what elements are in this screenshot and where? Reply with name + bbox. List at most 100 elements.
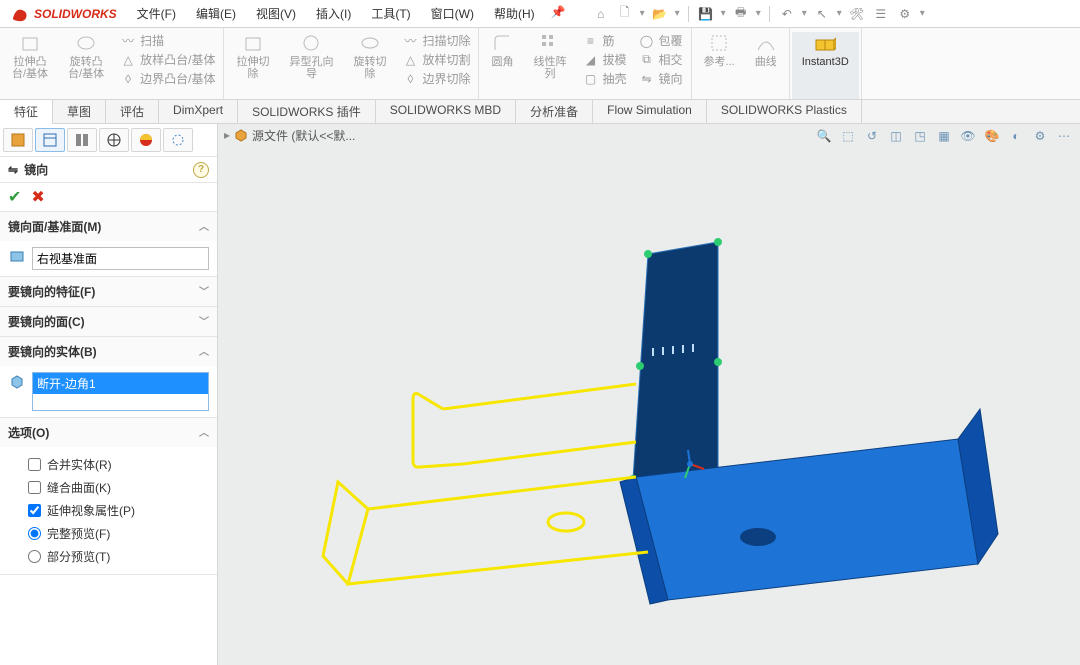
tab-dimxpert[interactable]: DimXpert — [159, 100, 238, 123]
section-bodies-to-mirror[interactable]: 要镜向的实体(B)︿ — [0, 337, 217, 366]
tool-linear-pattern[interactable]: 线性阵 列 — [523, 32, 576, 99]
tab-sketch[interactable]: 草图 — [53, 100, 106, 123]
mirror-plane-input[interactable]: 右视基准面 — [32, 247, 209, 270]
hole-icon — [300, 32, 322, 54]
tool-boundary[interactable]: ◊边界凸台/基体 — [120, 70, 215, 87]
model-3d-view[interactable] — [218, 124, 1080, 665]
app-logo: SOLIDWORKS — [0, 4, 127, 24]
tool-instant3d[interactable]: Instant3D — [792, 32, 859, 99]
shell-icon: ▢ — [582, 71, 598, 87]
cut-revolve-icon — [359, 32, 381, 54]
menu-help[interactable]: 帮助(H) — [484, 1, 545, 26]
home-icon[interactable]: ⌂ — [592, 5, 610, 23]
section-options[interactable]: 选项(O)︿ — [0, 418, 217, 447]
intersect-icon: ⧉ — [639, 52, 655, 68]
tab-evaluate[interactable]: 评估 — [106, 100, 159, 123]
property-manager: ⇋ 镜向 ? ✔ ✖ 镜向面/基准面(M)︿ 右视基准面 要镜向的特征(F)﹀ … — [0, 124, 218, 665]
boundary-icon: ◊ — [120, 71, 136, 87]
menu-bar: SOLIDWORKS 文件(F) 编辑(E) 视图(V) 插入(I) 工具(T)… — [0, 0, 1080, 28]
curves-icon — [755, 32, 777, 54]
tool-extrude-boss[interactable]: 拉伸凸 台/基体 — [2, 32, 58, 99]
tool-sweep-cut[interactable]: 〰扫描切除 — [402, 32, 470, 49]
open-icon[interactable]: 📂 — [651, 5, 669, 23]
feature-tree-tab[interactable] — [3, 128, 33, 152]
dimxpert-manager-tab[interactable] — [99, 128, 129, 152]
option-merge-solids[interactable]: 合并实体(R) — [8, 453, 209, 476]
pm-title: 镜向 — [24, 161, 48, 178]
loft-icon: △ — [120, 52, 136, 68]
cancel-button[interactable]: ✖ — [31, 187, 44, 207]
tool-extrude-cut[interactable]: 拉伸切 除 — [226, 32, 279, 99]
mirror-header-icon: ⇋ — [8, 163, 18, 177]
menu-insert[interactable]: 插入(I) — [306, 1, 361, 26]
cut-loft-icon: △ — [402, 52, 418, 68]
tool-boundary-cut[interactable]: ◊边界切除 — [402, 70, 470, 87]
new-icon[interactable]: 🗋 — [616, 5, 634, 23]
tool-mirror[interactable]: ⇋镜向 — [639, 70, 683, 87]
menu-pin-icon[interactable]: 📌 — [545, 1, 572, 26]
tool-loft-cut[interactable]: △放样切割 — [402, 51, 470, 68]
print-icon[interactable]: 🖶 — [732, 5, 750, 23]
section-faces-to-mirror[interactable]: 要镜向的面(C)﹀ — [0, 307, 217, 336]
menu-window[interactable]: 窗口(W) — [421, 1, 484, 26]
sweep-icon: 〰 — [120, 33, 136, 49]
cut-extrude-icon — [242, 32, 264, 54]
tool-reference-geometry[interactable]: 参考... — [694, 32, 745, 99]
option-partial-preview[interactable]: 部分预览(T) — [8, 545, 209, 568]
chevron-down-icon: ﹀ — [199, 283, 209, 300]
tab-analysis-prep[interactable]: 分析准备 — [516, 100, 593, 123]
tab-sw-plastics[interactable]: SOLIDWORKS Plastics — [707, 100, 862, 123]
app-name: SOLIDWORKS — [34, 7, 117, 21]
ok-button[interactable]: ✔ — [8, 187, 21, 207]
rebuild-icon[interactable]: 🛠 — [848, 5, 866, 23]
options-icon[interactable]: ☰ — [872, 5, 890, 23]
graphics-viewport[interactable]: ▸ 源文件 (默认<<默... 🔍 ⬚ ↺ ◫ ◳ ▦ 👁 🎨 ◐ ⚙ ⋯ — [218, 124, 1080, 665]
tool-loft[interactable]: △放样凸台/基体 — [120, 51, 215, 68]
tool-shell[interactable]: ▢抽壳 — [582, 70, 626, 87]
menu-file[interactable]: 文件(F) — [127, 1, 186, 26]
option-propagate-visual[interactable]: 延伸视象属性(P) — [8, 499, 209, 522]
chevron-up-icon: ︿ — [199, 343, 209, 360]
property-manager-tab[interactable] — [35, 128, 65, 152]
tab-sw-mbd[interactable]: SOLIDWORKS MBD — [376, 100, 516, 123]
body-selection-item[interactable]: 断开-边角1 — [33, 373, 208, 394]
section-mirror-plane[interactable]: 镜向面/基准面(M)︿ — [0, 212, 217, 241]
tool-wrap[interactable]: ◯包覆 — [639, 32, 683, 49]
wrap-icon: ◯ — [639, 33, 655, 49]
tool-sweep[interactable]: 〰扫描 — [120, 32, 164, 49]
select-icon[interactable]: ↖ — [813, 5, 831, 23]
tool-curves[interactable]: 曲线 — [745, 32, 787, 99]
tool-revolve-cut[interactable]: 旋转切 除 — [343, 32, 396, 99]
menu-view[interactable]: 视图(V) — [246, 1, 306, 26]
tool-revolve-boss[interactable]: 旋转凸 台/基体 — [58, 32, 114, 99]
option-knit-surfaces[interactable]: 缝合曲面(K) — [8, 476, 209, 499]
undo-icon[interactable]: ↶ — [778, 5, 796, 23]
chevron-up-icon: ︿ — [199, 218, 209, 235]
tab-sw-addins[interactable]: SOLIDWORKS 插件 — [238, 100, 376, 123]
tool-rib[interactable]: ≡筋 — [582, 32, 614, 49]
mirror-icon: ⇋ — [639, 71, 655, 87]
save-icon[interactable]: 💾 — [697, 5, 715, 23]
tab-flow-sim[interactable]: Flow Simulation — [593, 100, 707, 123]
tool-intersect[interactable]: ⧉相交 — [639, 51, 683, 68]
revolve-icon — [75, 32, 97, 54]
config-manager-tab[interactable] — [67, 128, 97, 152]
extra-manager-tab[interactable] — [163, 128, 193, 152]
menu-edit[interactable]: 编辑(E) — [186, 1, 246, 26]
settings-icon[interactable]: ⚙ — [896, 5, 914, 23]
cut-boundary-icon: ◊ — [402, 71, 418, 87]
display-manager-tab[interactable] — [131, 128, 161, 152]
tool-draft[interactable]: ◢拔模 — [582, 51, 626, 68]
option-full-preview[interactable]: 完整预览(F) — [8, 522, 209, 545]
tool-fillet[interactable]: 圆角 — [481, 32, 523, 99]
help-icon[interactable]: ? — [193, 162, 209, 178]
section-features-to-mirror[interactable]: 要镜向的特征(F)﹀ — [0, 277, 217, 306]
command-toolbar: 拉伸凸 台/基体 旋转凸 台/基体 〰扫描 △放样凸台/基体 ◊边界凸台/基体 … — [0, 28, 1080, 100]
bodies-list[interactable]: 断开-边角1 — [32, 372, 209, 411]
tool-hole-wizard[interactable]: 异型孔向 导 — [279, 32, 343, 99]
quick-access-toolbar: ⌂ 🗋▾ 📂▾ 💾▾ 🖶▾ ↶▾ ↖▾ 🛠 ☰ ⚙▾ — [592, 5, 925, 23]
tab-features[interactable]: 特征 — [0, 100, 53, 124]
menu-tools[interactable]: 工具(T) — [361, 1, 420, 26]
manager-tabs — [0, 124, 217, 157]
rib-icon: ≡ — [582, 33, 598, 49]
